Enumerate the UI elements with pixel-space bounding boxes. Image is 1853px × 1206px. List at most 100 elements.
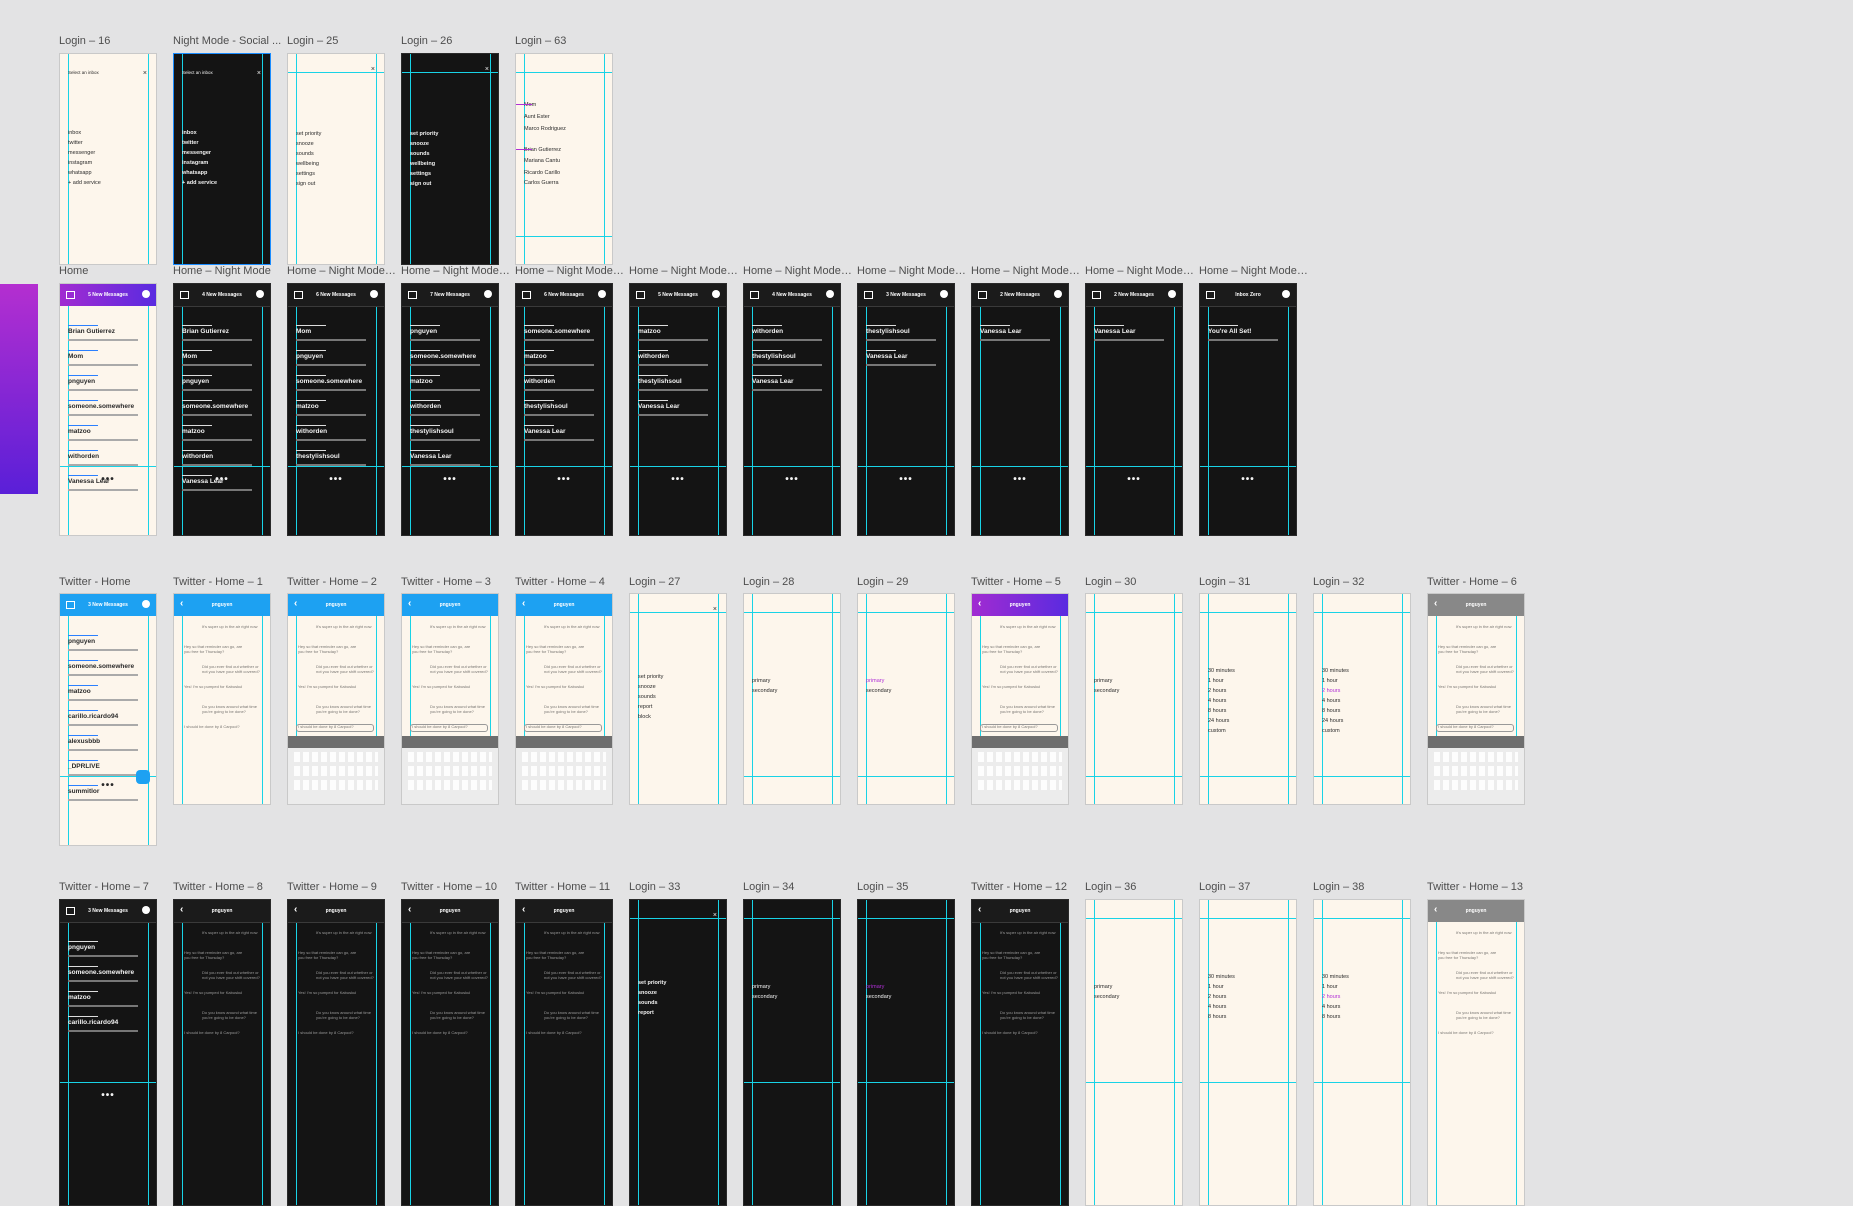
sender-name[interactable]: Mom [182, 353, 197, 360]
menu-option[interactable]: snooze [638, 684, 656, 690]
inbox-option[interactable]: + add service [182, 180, 217, 186]
artboard-label[interactable]: Login – 34 [743, 881, 853, 893]
inbox-option[interactable]: inbox [182, 130, 197, 136]
sender-name[interactable]: matzoo [296, 403, 319, 410]
keyboard[interactable] [1428, 736, 1524, 804]
artboard-label[interactable]: Login – 16 [59, 35, 169, 47]
inbox-option[interactable]: twitter [68, 140, 83, 146]
sender-name[interactable]: matzoo [68, 994, 91, 1001]
sender-name[interactable]: matzoo [68, 428, 91, 435]
artboard-priority[interactable]: primary secondary [857, 899, 955, 1206]
sender-name[interactable]: someone.somewhere [524, 328, 590, 335]
artboard-label[interactable]: Home – Night Mode ... [971, 265, 1081, 277]
artboard-label[interactable]: Twitter - Home [59, 576, 169, 588]
avatar[interactable] [142, 600, 150, 608]
sender-name[interactable]: matzoo [410, 378, 433, 385]
avatar[interactable] [1282, 290, 1290, 298]
artboard-priority[interactable]: primary secondary [857, 593, 955, 805]
avatar[interactable] [142, 906, 150, 914]
more-dots-icon[interactable]: ••• [516, 474, 612, 485]
snooze-option[interactable]: 30 minutes [1322, 668, 1349, 674]
artboard-snooze[interactable]: 30 minutes 1 hour 2 hours 4 hours 8 hours [1199, 899, 1297, 1206]
artboard-label[interactable]: Login – 25 [287, 35, 397, 47]
sender-name[interactable]: pnguyen [410, 328, 437, 335]
inbox-option[interactable]: + add service [68, 180, 101, 186]
keyboard-toolbar[interactable] [516, 736, 612, 748]
artboard-label[interactable]: Login – 31 [1199, 576, 1309, 588]
priority-option[interactable]: secondary [752, 688, 777, 694]
more-dots-icon[interactable]: ••• [858, 474, 954, 485]
snooze-option[interactable]: 4 hours [1208, 1004, 1226, 1010]
artboard-feed[interactable]: 3 New Messages pnguyen someone.somewhere ma… [59, 899, 157, 1206]
menu-icon[interactable] [180, 291, 189, 299]
message-input[interactable] [296, 724, 374, 732]
artboard-label[interactable]: Login – 38 [1313, 881, 1423, 893]
keyboard-row[interactable] [522, 752, 606, 762]
artboard-label[interactable]: Twitter - Home – 12 [971, 881, 1081, 893]
priority-option[interactable]: primary [752, 984, 770, 990]
menu-icon[interactable] [1206, 291, 1215, 299]
keyboard-toolbar[interactable] [972, 736, 1068, 748]
artboard-snooze[interactable]: 30 minutes 1 hour 2 hours 4 hours 8 hours 24 … [1313, 593, 1411, 805]
more-dots-icon[interactable]: ••• [630, 474, 726, 485]
sender-name[interactable]: Vanessa Lear [638, 403, 680, 410]
artboard-label[interactable]: Login – 30 [1085, 576, 1195, 588]
priority-option[interactable]: secondary [1094, 688, 1119, 694]
close-icon[interactable]: × [257, 70, 261, 77]
avatar[interactable] [940, 290, 948, 298]
menu-option[interactable]: snooze [638, 990, 657, 996]
sender-name[interactable]: Vanessa Lear [866, 353, 908, 360]
priority-option[interactable]: primary [866, 984, 884, 990]
inbox-option[interactable]: twitter [182, 140, 199, 146]
contact-item[interactable]: Brian Gutierrez [524, 147, 561, 153]
sender-name[interactable]: someone.somewhere [68, 663, 134, 670]
sender-name[interactable]: withorden [524, 378, 555, 385]
priority-option[interactable]: primary [1094, 678, 1112, 684]
artboard-label[interactable]: Night Mode - Social ... [173, 35, 283, 47]
snooze-option[interactable]: 2 hours [1208, 994, 1226, 1000]
sender-name[interactable]: Brian Gutierrez [68, 328, 115, 335]
keyboard-row[interactable] [294, 780, 378, 790]
sender-name[interactable]: someone.somewhere [182, 403, 248, 410]
artboard-chat[interactable]: pnguyen ‹ It's super up in the air right n… [1427, 899, 1525, 1206]
compose-button[interactable] [136, 770, 150, 784]
snooze-option[interactable]: 30 minutes [1208, 974, 1235, 980]
keyboard-row[interactable] [1434, 752, 1518, 762]
snooze-option[interactable]: 4 hours [1322, 1004, 1340, 1010]
artboard-feed[interactable]: 6 New Messages Mom pnguyen someone.somewher… [287, 283, 385, 536]
sender-name[interactable]: matzoo [182, 428, 205, 435]
artboard-label[interactable]: Twitter - Home – 4 [515, 576, 625, 588]
sender-name[interactable]: thestylishsoul [866, 328, 910, 335]
inbox-option[interactable]: instagram [68, 160, 92, 166]
menu-option[interactable]: set priority [638, 980, 666, 986]
close-icon[interactable]: × [713, 606, 717, 613]
artboard-label[interactable]: Twitter - Home – 9 [287, 881, 397, 893]
menu-option[interactable]: report [638, 1010, 654, 1016]
artboard-label[interactable]: Twitter - Home – 5 [971, 576, 1081, 588]
sender-name[interactable]: pnguyen [68, 944, 95, 951]
sender-name[interactable]: someone.somewhere [410, 353, 476, 360]
more-dots-icon[interactable]: ••• [174, 474, 270, 485]
artboard-feed[interactable]: 2 New Messages Vanessa Lear ••• [1085, 283, 1183, 536]
artboard-label[interactable]: Login – 63 [515, 35, 625, 47]
sender-name[interactable]: pnguyen [296, 353, 323, 360]
artboard-inbox_select[interactable]: Select an inbox × inbox twitter messenger ins… [173, 53, 271, 265]
keyboard-row[interactable] [408, 780, 492, 790]
close-icon[interactable]: × [371, 66, 375, 73]
snooze-option[interactable]: 2 hours [1322, 994, 1340, 1000]
menu-icon[interactable] [750, 291, 759, 299]
artboard-label[interactable]: Login – 36 [1085, 881, 1195, 893]
artboard-label[interactable]: Home – Night Mode ... [743, 265, 853, 277]
artboard-priority[interactable]: primary secondary [743, 899, 841, 1206]
artboard-menu2[interactable]: × set priority snooze sounds report block [629, 593, 727, 805]
inbox-option[interactable]: instagram [182, 160, 208, 166]
artboard-feed[interactable]: 4 New Messages Brian Gutierrez Mom pnguyen s… [173, 283, 271, 536]
artboard-chat[interactable]: pnguyen ‹ It's super up in the air right n… [401, 899, 499, 1206]
artboard-chat[interactable]: pnguyen ‹ It's super up in the air right n… [515, 593, 613, 805]
artboard-label[interactable]: Twitter - Home – 7 [59, 881, 169, 893]
artboard-label[interactable]: Twitter - Home – 6 [1427, 576, 1537, 588]
keyboard[interactable] [288, 736, 384, 804]
close-icon[interactable]: × [143, 70, 147, 77]
contact-item[interactable]: Carlos Guerra [524, 180, 559, 186]
close-icon[interactable]: × [485, 66, 489, 73]
